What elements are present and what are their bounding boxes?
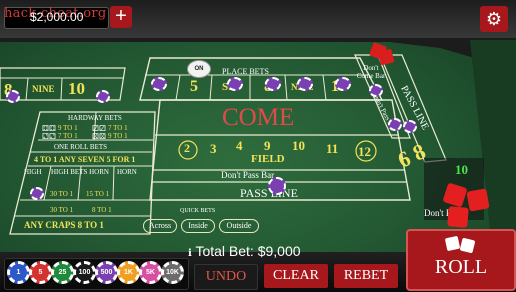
- quick-bet-inside-button[interactable]: Inside: [181, 219, 215, 233]
- left-place-div-1: [25, 77, 29, 101]
- field-num-2: 2: [184, 141, 190, 155]
- field-num-10: 10: [292, 138, 305, 153]
- right-die-icon-2: [466, 188, 490, 212]
- one-roll-title: ONE ROLL BETS: [54, 143, 108, 151]
- field-num-12: 12: [358, 144, 371, 159]
- bet-chip-place-9[interactable]: [297, 77, 313, 91]
- prop-odds-b[interactable]: 15 TO 1: [86, 190, 109, 198]
- place-div-2: [209, 74, 213, 101]
- rail-chip-10k[interactable]: 10K: [161, 261, 184, 284]
- bet-chip-place-8[interactable]: [265, 77, 281, 91]
- quick-bet-outside-button[interactable]: Outside: [219, 219, 259, 233]
- table-rail-top: [0, 38, 516, 70]
- field-num-4: 4: [236, 138, 243, 153]
- bet-chip-dont-pass[interactable]: [388, 118, 402, 131]
- bet-chip-place-6[interactable]: [227, 77, 243, 91]
- dice-icon: [444, 235, 476, 255]
- prop-vdiv-4: [112, 165, 115, 201]
- hardway-odds-4[interactable]: 9 TO 1: [108, 132, 128, 140]
- place-div-1: [175, 74, 181, 101]
- place-5[interactable]: 5: [190, 78, 198, 96]
- bet-chip-prop[interactable]: [30, 187, 44, 200]
- place-div-5: [322, 74, 327, 101]
- any-craps-bet[interactable]: ANY CRAPS 8 TO 1: [24, 220, 104, 230]
- rail-chip-500[interactable]: 500: [95, 261, 118, 284]
- left-place-nine[interactable]: NINE: [32, 84, 55, 94]
- high-bet[interactable]: HIGH: [24, 168, 42, 176]
- high-bets-horn[interactable]: HIGH BETS HORN: [51, 168, 109, 176]
- roll-button[interactable]: ROLL: [406, 229, 516, 291]
- hardway-odds-3[interactable]: 7 TO 1: [58, 132, 78, 140]
- rail-chip-5k[interactable]: 5K: [139, 261, 162, 284]
- bet-chip-pass[interactable]: [403, 120, 417, 133]
- field-label[interactable]: FIELD: [251, 153, 285, 165]
- total-bet: ℹ Total Bet: $9,000: [188, 243, 301, 259]
- any-seven-bet[interactable]: 4 TO 1 ANY SEVEN 5 FOR 1: [34, 155, 135, 164]
- bet-chip-place-10[interactable]: [335, 77, 351, 91]
- field-num-11: 11: [326, 141, 339, 156]
- clear-button[interactable]: CLEAR: [264, 264, 328, 288]
- bet-chip-pass-line[interactable]: [268, 177, 286, 195]
- rail-chip-5[interactable]: 5: [29, 261, 52, 284]
- left-place-10[interactable]: 10: [68, 79, 85, 99]
- roll-label: ROLL: [434, 256, 488, 278]
- dont-come-bar-label[interactable]: Don't Come Bar: [356, 64, 386, 80]
- rail-chip-100[interactable]: 100: [73, 261, 96, 284]
- bet-chip-left-8[interactable]: [6, 90, 20, 103]
- left-place-div-2: [60, 77, 63, 101]
- prop-odds-a[interactable]: 30 TO 1: [50, 190, 73, 198]
- point-number: 10: [455, 162, 468, 177]
- rail-chip-1k[interactable]: 1K: [117, 261, 140, 284]
- dont-pass-bar-label[interactable]: Don't Pass Bar: [221, 170, 274, 180]
- quick-bet-across-button[interactable]: Across: [143, 219, 177, 233]
- prop-odds-c[interactable]: 30 TO 1: [50, 206, 73, 214]
- place-bets-title: PLACE BETS: [222, 67, 269, 76]
- rail-chip-25[interactable]: 25: [51, 261, 74, 284]
- settings-gear-icon[interactable]: ⚙: [480, 6, 508, 32]
- craps-table-scene: $2,000.00 hack-cheat.org + ⚙ PLACE BETS …: [0, 0, 516, 292]
- horn-bet[interactable]: HORN: [117, 168, 137, 176]
- add-funds-button[interactable]: +: [110, 6, 132, 28]
- rail-chip-1[interactable]: 1: [7, 261, 30, 284]
- total-bet-text: Total Bet: $9,000: [195, 243, 301, 259]
- hardway-title: HARDWAY BETS: [68, 114, 122, 122]
- on-puck: ON: [187, 60, 211, 78]
- place-div-4: [284, 74, 288, 101]
- hardway-odds-1[interactable]: 9 TO 1: [58, 124, 78, 132]
- quick-bets-title: QUICK BETS: [180, 208, 216, 214]
- field-num-3: 3: [210, 141, 217, 156]
- bet-chip-left-10[interactable]: [96, 90, 110, 103]
- hardway-dice-icon-4: ⚄⚄: [92, 132, 106, 141]
- bet-chip-dont-come[interactable]: [369, 84, 383, 97]
- prop-odds-d[interactable]: 8 TO 1: [92, 206, 112, 214]
- balance-text: $2,000.00: [30, 10, 84, 24]
- undo-button[interactable]: UNDO: [194, 264, 258, 290]
- come-title[interactable]: COME: [222, 104, 294, 132]
- bet-chip-place-4[interactable]: [151, 77, 167, 91]
- field-num-9: 9: [264, 138, 271, 153]
- hardway-odds-2[interactable]: 7 TO 1: [108, 124, 128, 132]
- info-icon: ℹ: [188, 248, 192, 259]
- rebet-button[interactable]: REBET: [334, 264, 398, 288]
- right-die-icon-3: [447, 206, 469, 228]
- hardway-dice-icon-3: ⚁⚁: [42, 132, 56, 141]
